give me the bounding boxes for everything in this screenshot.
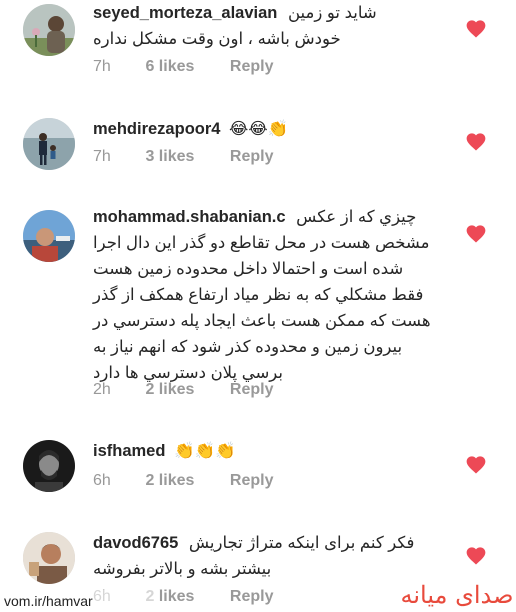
- avatar[interactable]: [23, 532, 75, 584]
- reply-button[interactable]: Reply: [230, 381, 274, 399]
- comment-body: هست كه ممكن هست باعث ايجاد پله دسترسي در: [93, 312, 431, 330]
- comment-body: خودش باشه ، اون وقت مشکل نداره: [93, 30, 341, 48]
- likes-count[interactable]: 2 likes: [145, 381, 225, 399]
- comment-body: شاید تو زمین: [287, 4, 377, 22]
- reply-button[interactable]: Reply: [230, 588, 274, 606]
- comment-body: بیشتر بشه و بالاتر بفروشه: [93, 560, 272, 578]
- likes-count[interactable]: 2 likes: [145, 472, 225, 490]
- heart-icon[interactable]: [465, 454, 487, 474]
- comment-text: mohammad.shabanian.c چيزي كه از عكس مشخص…: [93, 204, 443, 386]
- comment-meta: 7h 3 likes Reply: [93, 148, 273, 166]
- likes-count[interactable]: 3 likes: [145, 148, 225, 166]
- heart-icon[interactable]: [465, 223, 487, 243]
- comment-body: 👏👏👏: [174, 442, 236, 460]
- comment-time: 7h: [93, 148, 111, 165]
- comment-body: شده است و احتمالا داخل محدوده زمين هست: [93, 260, 404, 278]
- comment-text: mehdirezapoor4 😂😂👏: [93, 116, 443, 142]
- comment-body: مشخص هست در محل تقاطع دو گذر اين دال اجر…: [93, 234, 430, 252]
- avatar[interactable]: [23, 4, 75, 56]
- comment-time: 6h: [93, 472, 111, 489]
- comment-meta: 6h 2 likes Reply: [93, 472, 273, 490]
- comment-username[interactable]: mohammad.shabanian.c: [93, 208, 286, 226]
- comment-username[interactable]: isfhamed: [93, 442, 165, 460]
- reply-button[interactable]: Reply: [230, 58, 274, 76]
- avatar[interactable]: [23, 440, 75, 492]
- comment-meta: 2h 2 likes Reply: [93, 381, 273, 399]
- comment-username[interactable]: seyed_morteza_alavian: [93, 4, 277, 22]
- comment-body: 😂😂👏: [229, 120, 289, 138]
- comment-time: 2h: [93, 381, 111, 398]
- watermark-url: vom.ir/hamvar: [0, 590, 160, 612]
- comment-text: davod6765 فکر کنم برای اینکه متراژ تجاری…: [93, 530, 443, 582]
- comment-body: فکر کنم برای اینکه متراژ تجاریش: [188, 534, 415, 552]
- avatar[interactable]: [23, 210, 75, 262]
- comment-meta: 7h 6 likes Reply: [93, 58, 273, 76]
- comment-username[interactable]: mehdirezapoor4: [93, 120, 220, 138]
- comment-text: seyed_morteza_alavian شاید تو زمین خودش …: [93, 0, 443, 52]
- comment-username[interactable]: davod6765: [93, 534, 178, 552]
- comment-body: چيزي كه از عكس: [296, 208, 417, 226]
- comment-body: فقط مشكلي كه به نظر مياد ارتفاع همكف از …: [93, 286, 424, 304]
- comment-time: 7h: [93, 58, 111, 75]
- reply-button[interactable]: Reply: [230, 148, 274, 166]
- heart-icon[interactable]: [465, 545, 487, 565]
- watermark-logo: صدای میانه: [400, 581, 514, 609]
- avatar[interactable]: [23, 118, 75, 170]
- reply-button[interactable]: Reply: [230, 472, 274, 490]
- heart-icon[interactable]: [465, 131, 487, 151]
- heart-icon[interactable]: [465, 18, 487, 38]
- likes-count[interactable]: 6 likes: [145, 58, 225, 76]
- comment-text: isfhamed 👏👏👏: [93, 438, 443, 464]
- comment-body: بيرون زمين و محدوده كذر شود كه انهم نياز…: [93, 338, 403, 356]
